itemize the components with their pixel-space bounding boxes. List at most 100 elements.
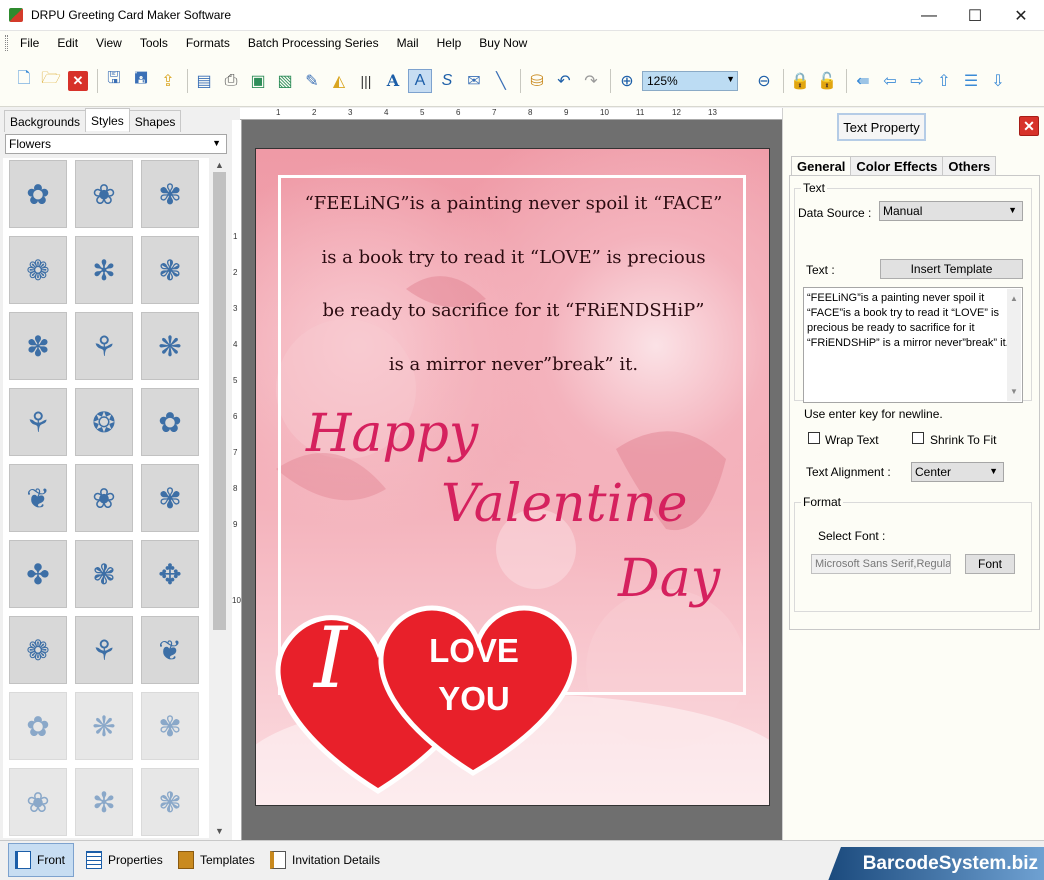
tab-styles[interactable]: Styles <box>85 108 130 131</box>
minimize-button[interactable]: — <box>906 0 952 31</box>
save-icon[interactable]: 🖫 <box>102 69 126 93</box>
verse-line[interactable]: be ready to sacrifice for it “FRiENDSHiP… <box>286 300 741 321</box>
flower-thumb[interactable]: ❂ <box>75 388 133 456</box>
flower-thumb[interactable]: ✾ <box>141 160 199 228</box>
arrow-left-icon[interactable]: ⇦ <box>878 69 902 93</box>
tab-backgrounds[interactable]: Backgrounds <box>4 110 87 132</box>
print-icon[interactable]: ⎙ <box>219 69 243 93</box>
menu-mail[interactable]: Mail <box>397 36 419 50</box>
happy-text[interactable]: Happy <box>306 404 478 464</box>
design-canvas[interactable]: “FEELiNG”is a painting never spoil it “F… <box>242 120 782 840</box>
text-input[interactable]: “FEELiNG”is a painting never spoil it “F… <box>803 287 1023 403</box>
tab-shapes[interactable]: Shapes <box>128 110 182 132</box>
pen-icon[interactable]: ✎ <box>300 69 324 93</box>
flower-thumb[interactable]: ⚘ <box>75 312 133 380</box>
flower-thumb[interactable]: ❀ <box>75 464 133 532</box>
shrink-to-fit-checkbox[interactable] <box>912 432 924 444</box>
image-icon[interactable]: ▣ <box>246 69 270 93</box>
flower-thumb[interactable]: ✥ <box>141 540 199 608</box>
print-preview-icon[interactable]: ▤ <box>192 69 216 93</box>
flower-thumb[interactable]: ❁ <box>9 236 67 304</box>
flower-thumb[interactable]: ✿ <box>141 388 199 456</box>
arrow-up-icon[interactable]: ⇧ <box>932 69 956 93</box>
scroll-down-icon[interactable]: ▼ <box>215 826 224 836</box>
menu-formats[interactable]: Formats <box>186 36 230 50</box>
scroll-up-icon[interactable]: ▲ <box>1010 291 1018 306</box>
close-file-icon[interactable]: ✕ <box>66 69 90 93</box>
barcode-icon[interactable]: ||| <box>354 69 378 93</box>
flower-thumb[interactable]: ✾ <box>141 464 199 532</box>
scrollbar-thumb[interactable] <box>213 172 226 630</box>
close-button[interactable]: ✕ <box>998 0 1044 31</box>
scroll-down-icon[interactable]: ▼ <box>1010 384 1018 399</box>
shapes-icon[interactable]: ◭ <box>327 69 351 93</box>
flower-thumb[interactable]: ❃ <box>141 236 199 304</box>
day-text[interactable]: Day <box>618 549 720 609</box>
tab-general[interactable]: General <box>791 156 852 176</box>
font-button[interactable]: Font <box>965 554 1015 574</box>
verse-line[interactable]: is a book try to read it “LOVE” is preci… <box>286 247 741 268</box>
text-scrollbar[interactable]: ▲ ▼ <box>1007 289 1021 401</box>
line-icon[interactable]: ╲ <box>489 69 513 93</box>
tab-front[interactable]: Front <box>8 843 74 877</box>
flower-thumb[interactable]: ⚘ <box>9 388 67 456</box>
maximize-button[interactable]: ☐ <box>952 0 998 31</box>
menu-view[interactable]: View <box>96 36 122 50</box>
flower-thumb[interactable]: ❋ <box>141 312 199 380</box>
flower-thumb[interactable]: ✤ <box>9 540 67 608</box>
verse-line[interactable]: “FEELiNG”is a painting never spoil it “F… <box>286 193 741 214</box>
flower-thumb[interactable]: ✻ <box>75 768 133 836</box>
verse-line[interactable]: is a mirror never”break” it. <box>286 354 741 375</box>
tab-others[interactable]: Others <box>942 156 997 176</box>
flower-thumb[interactable]: ❀ <box>9 768 67 836</box>
open-icon[interactable]: 🗁 <box>39 69 63 93</box>
arrow-down-icon[interactable]: ⇩ <box>986 69 1010 93</box>
flower-thumb[interactable]: ✾ <box>141 692 199 760</box>
scroll-up-icon[interactable]: ▲ <box>215 160 224 170</box>
align-icon[interactable]: ☰ <box>959 69 983 93</box>
insert-template-button[interactable]: Insert Template <box>880 259 1023 279</box>
valentine-text[interactable]: Valentine <box>441 474 687 534</box>
zoom-in-icon[interactable]: ⊕ <box>615 69 639 93</box>
text-select-icon[interactable]: A <box>408 68 432 93</box>
export-icon[interactable]: ⇪ <box>156 69 180 93</box>
new-icon[interactable]: 🗋 <box>12 69 36 93</box>
flower-thumb[interactable]: ❁ <box>9 616 67 684</box>
menu-buy-now[interactable]: Buy Now <box>479 36 527 50</box>
zoom-out-icon[interactable]: ⊖ <box>752 69 776 93</box>
tab-color-effects[interactable]: Color Effects <box>850 156 944 176</box>
tab-templates[interactable]: Templates <box>178 843 255 877</box>
text-alignment-select[interactable]: Center ▼ <box>911 462 1004 482</box>
arrow-right-icon[interactable]: ⇨ <box>905 69 929 93</box>
menu-edit[interactable]: Edit <box>57 36 78 50</box>
zoom-combo[interactable]: 125% ▼ <box>642 70 738 91</box>
flower-thumb[interactable]: ❋ <box>75 692 133 760</box>
picture-icon[interactable]: ▧ <box>273 69 297 93</box>
flower-thumb[interactable]: ✽ <box>9 312 67 380</box>
flower-thumb[interactable]: ✿ <box>9 160 67 228</box>
lock-icon[interactable]: 🔒 <box>788 69 812 93</box>
tab-properties[interactable]: Properties <box>86 843 163 877</box>
flower-thumb[interactable]: ❃ <box>141 768 199 836</box>
menu-tools[interactable]: Tools <box>140 36 168 50</box>
redo-icon[interactable]: ↷ <box>579 69 603 93</box>
flower-thumb[interactable]: ❦ <box>141 616 199 684</box>
flower-thumb[interactable]: ⚘ <box>75 616 133 684</box>
wrap-text-checkbox[interactable] <box>808 432 820 444</box>
save-as-icon[interactable]: 🖪 <box>129 69 153 93</box>
menu-help[interactable]: Help <box>437 36 462 50</box>
undo-icon[interactable]: ↶ <box>552 69 576 93</box>
data-source-select[interactable]: Manual ▼ <box>879 201 1023 221</box>
unlock-icon[interactable]: 🔓 <box>815 69 839 93</box>
menu-batch-processing[interactable]: Batch Processing Series <box>248 36 379 50</box>
greeting-card[interactable]: “FEELiNG”is a painting never spoil it “F… <box>255 148 770 806</box>
flower-thumb[interactable]: ❦ <box>9 464 67 532</box>
category-select[interactable]: Flowers ▼ <box>5 134 227 154</box>
flower-thumb[interactable]: ❀ <box>75 160 133 228</box>
menu-file[interactable]: File <box>20 36 39 50</box>
flower-thumb[interactable]: ✻ <box>75 236 133 304</box>
text-icon[interactable]: A <box>381 69 405 93</box>
mail-icon[interactable]: ✉ <box>462 69 486 93</box>
tab-invitation-details[interactable]: Invitation Details <box>270 843 380 877</box>
signature-icon[interactable]: S <box>435 69 459 93</box>
